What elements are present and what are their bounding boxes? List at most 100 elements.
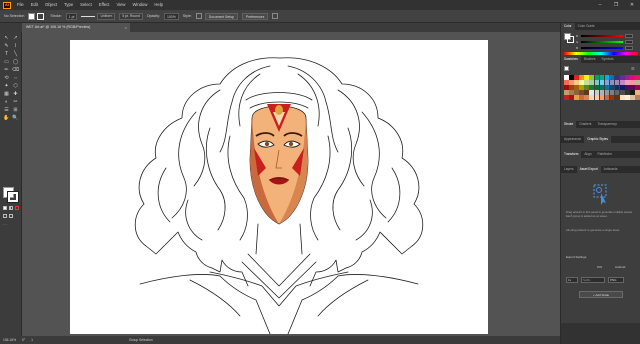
screen-mode-icon[interactable] — [9, 214, 13, 218]
menu-file[interactable]: File — [17, 0, 24, 10]
opacity-field[interactable]: 100% — [164, 12, 179, 20]
swatch-cell[interactable] — [604, 95, 610, 100]
swatch-cell[interactable] — [625, 95, 630, 100]
stroke-swatch[interactable] — [37, 12, 45, 20]
menu-type[interactable]: Type — [64, 0, 73, 10]
tab-transform[interactable]: Transform — [561, 151, 582, 158]
swatch-cell[interactable] — [574, 80, 579, 85]
swatch-cell[interactable] — [599, 90, 605, 95]
stroke-color-icon[interactable] — [7, 191, 19, 203]
ios-preset-button[interactable]: iOS — [597, 265, 602, 269]
swatch-cell[interactable] — [625, 75, 630, 80]
swatch-cell[interactable] — [630, 85, 635, 90]
menu-object[interactable]: Object — [45, 0, 57, 10]
red-slider-track[interactable] — [581, 35, 623, 37]
swatch-cell[interactable] — [569, 95, 574, 100]
color-spectrum-bar[interactable] — [564, 52, 638, 55]
swatch-cell[interactable] — [609, 90, 615, 95]
symbol-sprayer-tool-icon[interactable]: ✚ — [11, 90, 20, 98]
swatch-cell[interactable] — [589, 90, 594, 95]
swatch-cell[interactable] — [599, 95, 605, 100]
stroke-weight-field[interactable]: 1 pt — [65, 12, 78, 20]
swatch-cell[interactable] — [604, 85, 610, 90]
color-mode-icon[interactable] — [3, 206, 7, 210]
swatch-cell[interactable] — [625, 90, 630, 95]
blue-slider-track[interactable] — [581, 47, 623, 49]
swatch-current-icon[interactable] — [564, 66, 569, 71]
document-setup-button[interactable]: Document Setup — [204, 12, 238, 20]
swatch-cell[interactable] — [594, 85, 600, 90]
graph-tool-icon[interactable]: ☰ — [2, 106, 11, 114]
swatch-cell[interactable] — [564, 85, 569, 90]
green-slider-track[interactable] — [581, 41, 623, 43]
rotate-tool-icon[interactable]: ⟲ — [2, 74, 11, 82]
red-slider[interactable]: R — [576, 34, 636, 38]
swatch-cell[interactable] — [594, 95, 600, 100]
tab-brushes[interactable]: Brushes — [581, 56, 599, 63]
tab-symbols[interactable]: Symbols — [599, 56, 617, 63]
menu-select[interactable]: Select — [80, 0, 92, 10]
menu-edit[interactable]: Edit — [31, 0, 38, 10]
tab-transparency[interactable]: Transparency — [594, 121, 619, 128]
rectangle-tool-icon[interactable]: ▭ — [2, 58, 11, 66]
swatch-cell[interactable] — [574, 75, 579, 80]
gradient-tool-icon[interactable]: ◐ — [2, 98, 11, 106]
swatch-cell[interactable] — [614, 85, 620, 90]
swatch-cell[interactable] — [579, 80, 584, 85]
tab-swatches[interactable]: Swatches — [561, 56, 581, 63]
brush-dropdown[interactable]: 5 pt. Round — [119, 12, 143, 20]
green-slider[interactable]: G — [576, 40, 636, 44]
swatch-cell[interactable] — [620, 95, 625, 100]
swatch-cell[interactable] — [569, 80, 574, 85]
swatch-cell[interactable] — [599, 85, 605, 90]
swatch-cell[interactable] — [614, 90, 620, 95]
tab-artboards[interactable]: Artboards — [601, 166, 621, 173]
add-scale-button[interactable]: + Add Scale — [579, 291, 623, 298]
swatch-cell[interactable] — [630, 95, 635, 100]
swatch-cell[interactable] — [630, 75, 635, 80]
swatch-cell[interactable] — [584, 75, 589, 80]
swatch-cell[interactable] — [599, 75, 605, 80]
swatch-cell[interactable] — [584, 90, 589, 95]
line-tool-icon[interactable]: ╲ — [11, 50, 20, 58]
swatch-cell[interactable] — [594, 90, 600, 95]
menu-effect[interactable]: Effect — [99, 0, 110, 10]
close-window-button[interactable]: ✕ — [624, 0, 640, 10]
swatch-cell[interactable] — [579, 95, 584, 100]
swatch-cell[interactable] — [604, 75, 610, 80]
swatch-cell[interactable] — [569, 90, 574, 95]
pencil-tool-icon[interactable]: ✏ — [2, 66, 11, 74]
ellipse-tool-icon[interactable]: ◯ — [11, 58, 20, 66]
swatch-cell[interactable] — [604, 90, 610, 95]
format-dropdown[interactable]: PNG — [608, 277, 624, 283]
swatch-cell[interactable] — [635, 75, 640, 80]
swatch-cell[interactable] — [564, 90, 569, 95]
swatch-cell[interactable] — [614, 75, 620, 80]
color-stroke-swatch[interactable] — [567, 36, 574, 43]
selection-tool-icon[interactable]: ↖ — [2, 34, 11, 42]
canvas-area[interactable] — [22, 32, 560, 336]
swatch-cell[interactable] — [630, 90, 635, 95]
swatch-cell[interactable] — [584, 95, 589, 100]
none-mode-icon[interactable] — [15, 206, 19, 210]
swatch-cell[interactable] — [609, 75, 615, 80]
swatch-cell[interactable] — [625, 80, 630, 85]
swatch-cell[interactable] — [569, 75, 574, 80]
swatch-cell[interactable] — [574, 95, 579, 100]
minimize-button[interactable]: – — [592, 0, 608, 10]
swatch-cell[interactable] — [620, 85, 625, 90]
swatch-cell[interactable] — [564, 80, 569, 85]
swatch-cell[interactable] — [589, 80, 594, 85]
tab-gradient[interactable]: Gradient — [576, 121, 594, 128]
stroke-profile-dropdown[interactable]: Uniform — [97, 12, 116, 20]
scale-dropdown[interactable]: 1x — [566, 277, 578, 283]
tab-appearance[interactable]: Appearance — [561, 136, 584, 143]
swatch-cell[interactable] — [625, 85, 630, 90]
red-value-field[interactable] — [625, 34, 633, 38]
direct-selection-tool-icon[interactable]: ↗ — [11, 34, 20, 42]
draw-normal-icon[interactable] — [3, 214, 7, 218]
tab-pathfinder[interactable]: Pathfinder — [595, 151, 616, 158]
swatch-cell[interactable] — [609, 80, 615, 85]
swatch-cell[interactable] — [635, 80, 640, 85]
graphic-style-swatch[interactable] — [195, 13, 202, 19]
